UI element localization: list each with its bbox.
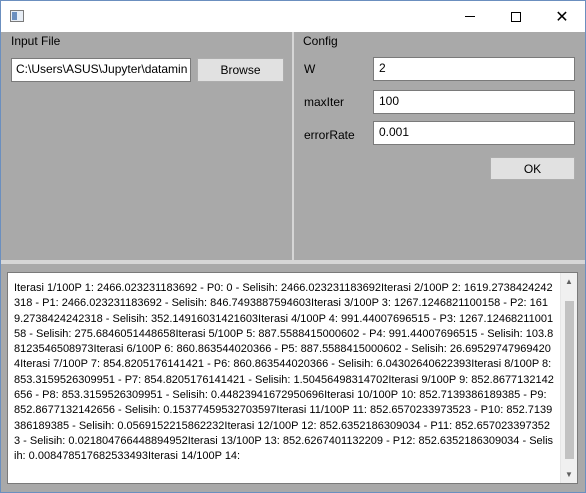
- log-output-text: Iterasi 1/100P 1: 2466.023231183692 - P0…: [14, 282, 554, 463]
- browse-button[interactable]: Browse: [197, 58, 284, 82]
- scrollbar-thumb[interactable]: [565, 301, 574, 459]
- vertical-scrollbar[interactable]: ▲ ▼: [560, 273, 577, 483]
- maxiter-label: maxIter: [304, 95, 345, 109]
- errorrate-label: errorRate: [304, 128, 355, 142]
- app-window-icon: [10, 10, 24, 22]
- maxiter-input[interactable]: 100: [373, 90, 575, 114]
- bottom-panel: Iterasi 1/100P 1: 2466.023231183692 - P0…: [1, 264, 585, 492]
- scroll-up-icon[interactable]: ▲: [561, 273, 577, 290]
- close-button[interactable]: ✕: [539, 1, 585, 32]
- w-input[interactable]: 2: [373, 57, 575, 81]
- title-bar[interactable]: ✕: [1, 1, 585, 32]
- input-file-group-label: Input File: [11, 34, 61, 48]
- errorrate-input[interactable]: 0.001: [373, 121, 575, 145]
- file-path-field[interactable]: C:\Users\ASUS\Jupyter\datamin: [11, 58, 191, 82]
- vertical-splitter[interactable]: [292, 32, 294, 260]
- app-window: ✕ Input File C:\Users\ASUS\Jupyter\datam…: [0, 0, 586, 493]
- config-group-label: Config: [303, 34, 338, 48]
- minimize-icon: [465, 16, 475, 17]
- maximize-icon: [511, 11, 521, 22]
- log-output-box[interactable]: Iterasi 1/100P 1: 2466.023231183692 - P0…: [7, 272, 578, 484]
- close-icon: ✕: [555, 8, 569, 26]
- scroll-down-icon[interactable]: ▼: [561, 466, 577, 483]
- ok-button[interactable]: OK: [490, 157, 575, 180]
- w-label: W: [304, 62, 316, 76]
- minimize-button[interactable]: [447, 1, 493, 32]
- maximize-button[interactable]: [493, 1, 539, 32]
